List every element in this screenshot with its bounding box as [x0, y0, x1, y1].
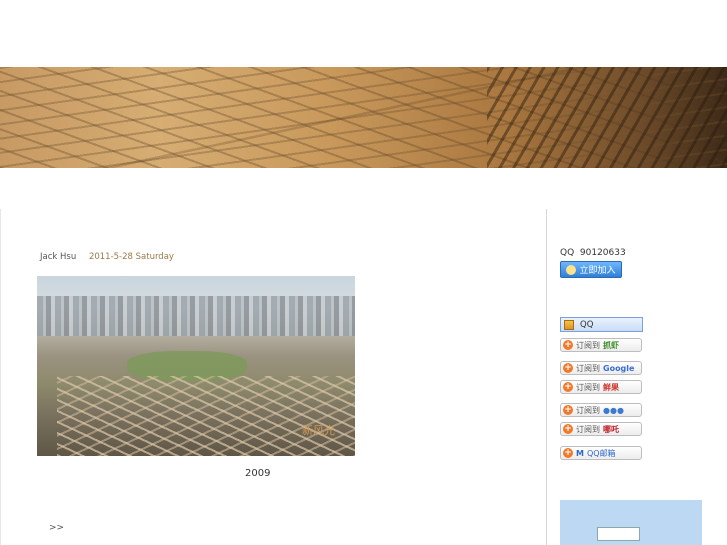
post-meta: Jack Hsu 2011-5-28 Saturday: [40, 252, 174, 262]
subscribe-prefix: 订阅到: [576, 340, 600, 350]
qq-box-input[interactable]: [597, 527, 640, 541]
post-date[interactable]: 2011-5-28 Saturday: [89, 252, 174, 262]
subscribe-brand: 抓虾: [603, 340, 619, 350]
plus-icon: +: [563, 424, 573, 434]
qq-label: QQ: [560, 248, 575, 258]
subscribe-prefix: 订阅到: [576, 363, 600, 373]
photo-skyline: [37, 296, 355, 336]
subscribe-prefix: 订阅到: [576, 424, 600, 434]
photo-caption: 2009: [245, 468, 271, 479]
qq-bar-label: QQ: [580, 319, 594, 330]
mail-prefix: M: [576, 448, 584, 458]
qq-group-box: [560, 500, 702, 545]
subscribe-button-multi[interactable]: + 订阅到 ●●●: [560, 403, 642, 417]
qq-number-line: QQ 90120633: [560, 248, 626, 258]
group-icon: [566, 264, 577, 275]
qq-mail-label: QQ邮箱: [586, 448, 616, 458]
qq-subscribe-bar[interactable]: QQ: [560, 317, 643, 332]
qq-join-button[interactable]: 立即加入: [560, 261, 622, 278]
subscribe-brand: 哪吒: [603, 424, 619, 434]
subscribe-button-zhuaxia[interactable]: + 订阅到 抓虾: [560, 338, 642, 352]
plus-icon: +: [563, 363, 573, 373]
read-more-link[interactable]: >>: [49, 523, 64, 533]
photo-watermark: 新风光: [302, 424, 335, 437]
photo-construction-site: [57, 376, 355, 456]
qq-join-label: 立即加入: [579, 266, 616, 276]
post-photo[interactable]: 新风光: [37, 276, 355, 456]
subscribe-button-nazha[interactable]: + 订阅到 哪吒: [560, 422, 642, 436]
post-author[interactable]: Jack Hsu: [40, 252, 76, 262]
plus-icon: +: [563, 448, 573, 458]
qq-mail-button[interactable]: + M QQ邮箱: [560, 446, 642, 460]
subscribe-brand: 鲜果: [603, 382, 619, 392]
qq-number: 90120633: [579, 248, 626, 258]
plus-icon: +: [563, 382, 573, 392]
plus-icon: +: [563, 340, 573, 350]
subscribe-brand: Google: [603, 363, 635, 373]
subscribe-prefix: 订阅到: [576, 405, 600, 415]
bookmark-icon: [564, 319, 574, 330]
plus-icon: +: [563, 405, 573, 415]
header-banner: [0, 67, 727, 168]
subscribe-button-google[interactable]: + 订阅到 Google: [560, 361, 642, 375]
subscribe-button-xianguo[interactable]: + 订阅到 鲜果: [560, 380, 642, 394]
reader-icons: ●●●: [603, 405, 624, 415]
subscribe-prefix: 订阅到: [576, 382, 600, 392]
